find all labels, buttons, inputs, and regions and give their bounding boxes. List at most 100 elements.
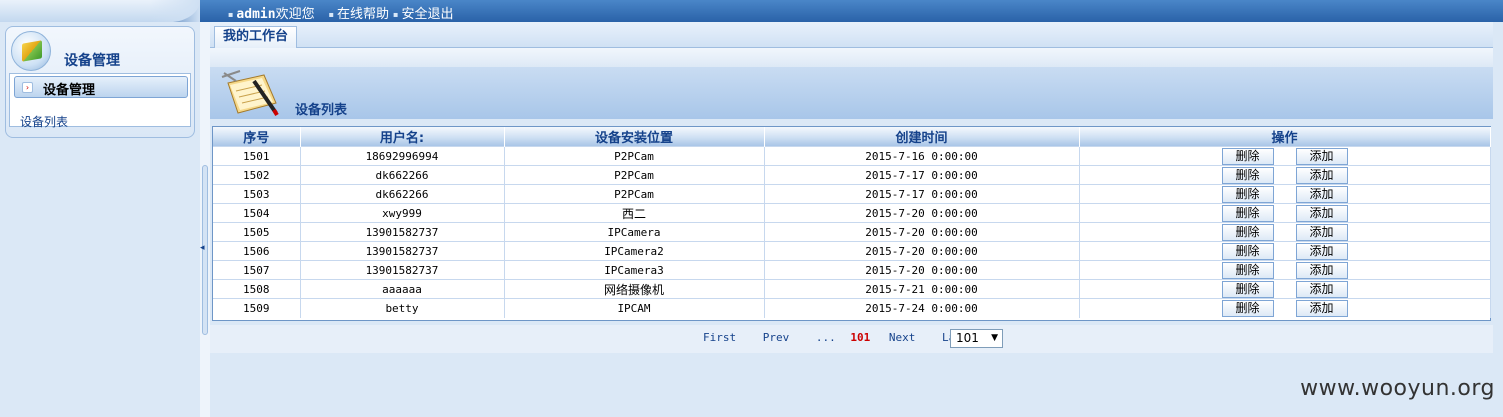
column-header-index: 序号 bbox=[213, 127, 301, 147]
cell-actions: 删除 添加 bbox=[1079, 146, 1491, 166]
panel-title: 设备列表 bbox=[295, 103, 348, 118]
cell-location: P2PCam bbox=[504, 146, 765, 166]
cell-actions: 删除 添加 bbox=[1079, 165, 1491, 185]
table-row: 1503 dk662266 P2PCam 2015-7-17 0:00:00 删除 添加 bbox=[213, 184, 1491, 204]
cell-actions: 删除 添加 bbox=[1079, 260, 1491, 280]
cell-created: 2015-7-20 0:00:00 bbox=[764, 222, 1080, 242]
page-select[interactable]: 101 ▼ bbox=[950, 329, 1003, 348]
cell-location: IPCamera3 bbox=[504, 260, 765, 280]
cell-username: dk662266 bbox=[300, 165, 505, 185]
cell-index: 1504 bbox=[213, 203, 301, 223]
panel-header: 设备列表 bbox=[210, 67, 1493, 119]
cell-created: 2015-7-20 0:00:00 bbox=[764, 241, 1080, 261]
column-header-actions: 操作 bbox=[1079, 127, 1491, 147]
pager-next[interactable]: Next bbox=[889, 331, 916, 344]
cell-actions: 删除 添加 bbox=[1079, 241, 1491, 261]
sidebar-item-device-list[interactable]: 设备列表 bbox=[20, 113, 68, 130]
delete-button[interactable]: 删除 bbox=[1221, 261, 1274, 279]
delete-button[interactable]: 删除 bbox=[1221, 299, 1274, 317]
add-button[interactable]: 添加 bbox=[1295, 242, 1348, 260]
add-button[interactable]: 添加 bbox=[1295, 185, 1348, 203]
tab-bar: 我的工作台 bbox=[210, 22, 1493, 48]
column-header-location: 设备安装位置 bbox=[504, 127, 765, 147]
cell-created: 2015-7-17 0:00:00 bbox=[764, 184, 1080, 204]
table-row: 1504 xwy999 西二 2015-7-20 0:00:00 删除 添加 bbox=[213, 203, 1491, 223]
cell-username: 13901582737 bbox=[300, 260, 505, 280]
delete-button[interactable]: 删除 bbox=[1221, 204, 1274, 222]
cell-location: IPCAM bbox=[504, 298, 765, 318]
add-button[interactable]: 添加 bbox=[1295, 223, 1348, 241]
sidebar: 设备管理 › 设备管理 设备列表 bbox=[0, 22, 200, 417]
pager-ellipsis: ... bbox=[815, 331, 836, 344]
table-header-row: 序号 用户名: 设备安装位置 创建时间 操作 bbox=[213, 127, 1491, 147]
add-button[interactable]: 添加 bbox=[1295, 147, 1348, 165]
sidebar-item-device-management[interactable]: › 设备管理 bbox=[14, 76, 188, 98]
user-name: admin bbox=[236, 7, 276, 22]
watermark: www.wooyun.org bbox=[1300, 376, 1495, 401]
delete-button[interactable]: 删除 bbox=[1221, 242, 1274, 260]
add-button[interactable]: 添加 bbox=[1295, 204, 1348, 222]
pager-prev[interactable]: Prev bbox=[763, 331, 790, 344]
add-button[interactable]: 添加 bbox=[1295, 166, 1348, 184]
delete-button[interactable]: 删除 bbox=[1221, 223, 1274, 241]
cell-username: 13901582737 bbox=[300, 241, 505, 261]
cell-index: 1505 bbox=[213, 222, 301, 242]
table-row: 1501 18692996994 P2PCam 2015-7-16 0:00:00 删除… bbox=[213, 146, 1491, 166]
cell-created: 2015-7-20 0:00:00 bbox=[764, 260, 1080, 280]
cell-location: P2PCam bbox=[504, 184, 765, 204]
cell-actions: 删除 添加 bbox=[1079, 203, 1491, 223]
cell-location: IPCamera bbox=[504, 222, 765, 242]
cell-index: 1509 bbox=[213, 298, 301, 318]
top-links: ▪ admin欢迎您 ▪ 在线帮助 ▪ 安全退出 bbox=[228, 3, 453, 22]
cell-created: 2015-7-24 0:00:00 bbox=[764, 298, 1080, 318]
add-button[interactable]: 添加 bbox=[1295, 261, 1348, 279]
panel-top-strip bbox=[210, 48, 1493, 67]
cell-actions: 删除 添加 bbox=[1079, 222, 1491, 242]
cell-location: 西二 bbox=[504, 203, 765, 223]
cell-actions: 删除 添加 bbox=[1079, 298, 1491, 318]
cell-actions: 删除 添加 bbox=[1079, 184, 1491, 204]
cell-created: 2015-7-21 0:00:00 bbox=[764, 279, 1080, 299]
cell-index: 1507 bbox=[213, 260, 301, 280]
help-link[interactable]: ▪ 在线帮助 bbox=[329, 3, 389, 22]
delete-button[interactable]: 删除 bbox=[1221, 147, 1274, 165]
add-button[interactable]: 添加 bbox=[1295, 280, 1348, 298]
delete-button[interactable]: 删除 bbox=[1221, 166, 1274, 184]
cell-index: 1502 bbox=[213, 165, 301, 185]
table-row: 1505 13901582737 IPCamera 2015-7-20 0:00:00… bbox=[213, 222, 1491, 242]
cell-location: P2PCam bbox=[504, 165, 765, 185]
notepad-icon bbox=[221, 70, 279, 117]
table-row: 1507 13901582737 IPCamera3 2015-7-20 0:00:0… bbox=[213, 260, 1491, 280]
cell-username: 13901582737 bbox=[300, 222, 505, 242]
cell-index: 1508 bbox=[213, 279, 301, 299]
cell-created: 2015-7-20 0:00:00 bbox=[764, 203, 1080, 223]
pagination: First Prev ... 101 Next Last 101 ▼ bbox=[210, 325, 1493, 353]
tab-my-workbench[interactable]: 我的工作台 bbox=[214, 26, 298, 48]
logout-link[interactable]: ▪ 安全退出 bbox=[393, 3, 453, 22]
collapse-arrow-icon[interactable]: ◂ bbox=[200, 243, 205, 253]
pager-links: First Prev ... 101 Next Last bbox=[703, 331, 989, 344]
table-row: 1506 13901582737 IPCamera2 2015-7-20 0:00:0… bbox=[213, 241, 1491, 261]
pager-first[interactable]: First bbox=[703, 331, 736, 344]
cell-index: 1506 bbox=[213, 241, 301, 261]
device-table: 序号 用户名: 设备安装位置 创建时间 操作 1501 18692996994 P2… bbox=[212, 126, 1491, 321]
delete-button[interactable]: 删除 bbox=[1221, 280, 1274, 298]
main-content: 我的工作台 设备列表 序号 用户名: 设备安装位置 创建时间 操作 1501 1… bbox=[210, 22, 1503, 417]
cell-created: 2015-7-16 0:00:00 bbox=[764, 146, 1080, 166]
cell-username: xwy999 bbox=[300, 203, 505, 223]
menu-title[interactable]: 设备管理 bbox=[64, 50, 120, 70]
cell-username: dk662266 bbox=[300, 184, 505, 204]
column-header-created: 创建时间 bbox=[764, 127, 1080, 147]
add-button[interactable]: 添加 bbox=[1295, 299, 1348, 317]
cell-location: 网络摄像机 bbox=[504, 279, 765, 299]
sidebar-item-label: 设备管理 bbox=[43, 83, 96, 98]
cell-location: IPCamera2 bbox=[504, 241, 765, 261]
cell-created: 2015-7-17 0:00:00 bbox=[764, 165, 1080, 185]
table-row: 1508 aaaaaa 网络摄像机 2015-7-21 0:00:00 删除 添加 bbox=[213, 279, 1491, 299]
cell-username: betty bbox=[300, 298, 505, 318]
cell-username: 18692996994 bbox=[300, 146, 505, 166]
menu-panel: 设备管理 › 设备管理 设备列表 bbox=[5, 26, 195, 138]
cell-username: aaaaaa bbox=[300, 279, 505, 299]
delete-button[interactable]: 删除 bbox=[1221, 185, 1274, 203]
table-row: 1509 betty IPCAM 2015-7-24 0:00:00 删除 添加 bbox=[213, 298, 1491, 318]
